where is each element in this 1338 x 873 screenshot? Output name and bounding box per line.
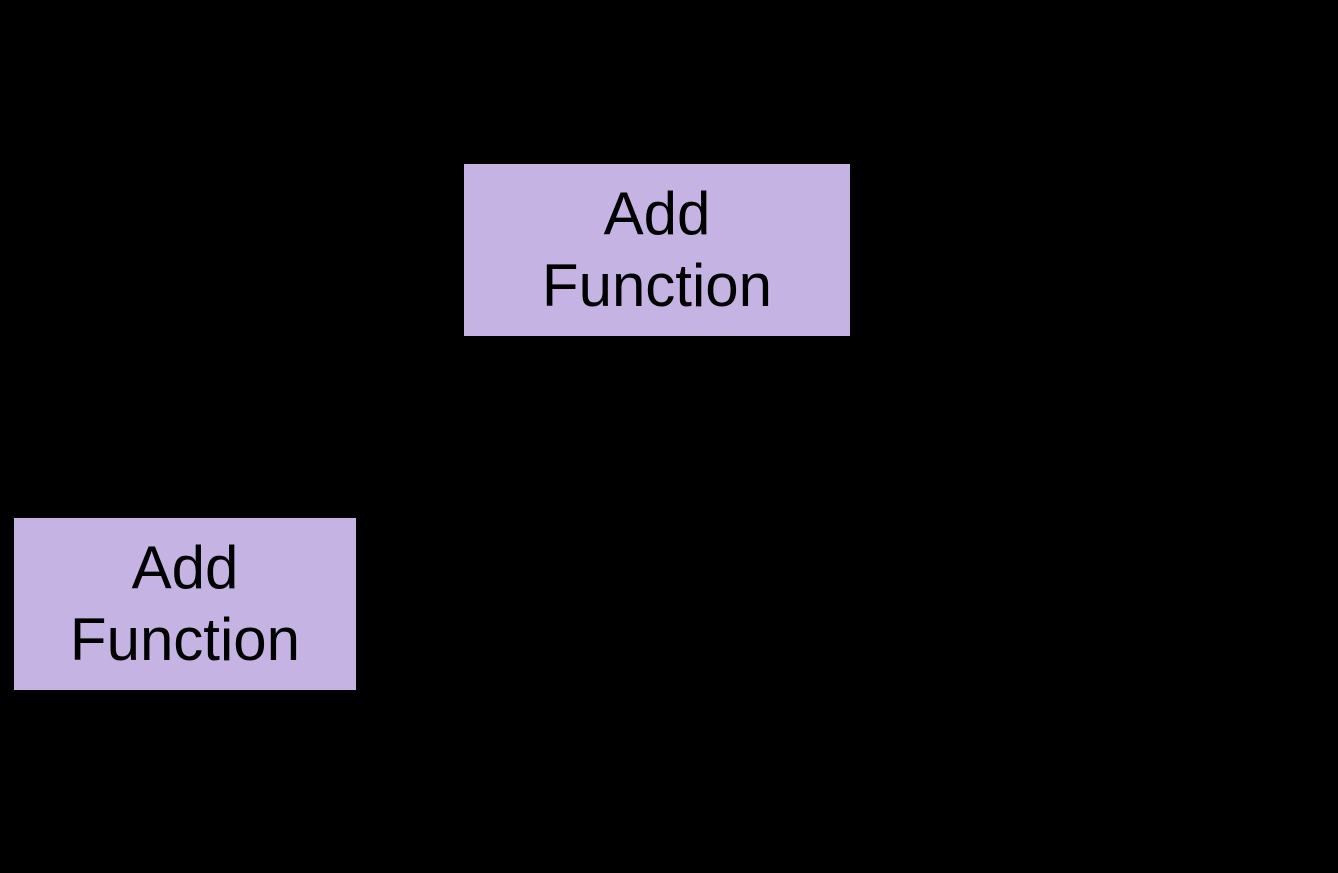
add-function-node-bottom-label: Add Function bbox=[70, 532, 300, 676]
add-function-node-top-label: Add Function bbox=[542, 178, 772, 322]
add-function-node-top[interactable]: Add Function bbox=[462, 162, 852, 338]
add-function-node-bottom[interactable]: Add Function bbox=[12, 516, 358, 692]
